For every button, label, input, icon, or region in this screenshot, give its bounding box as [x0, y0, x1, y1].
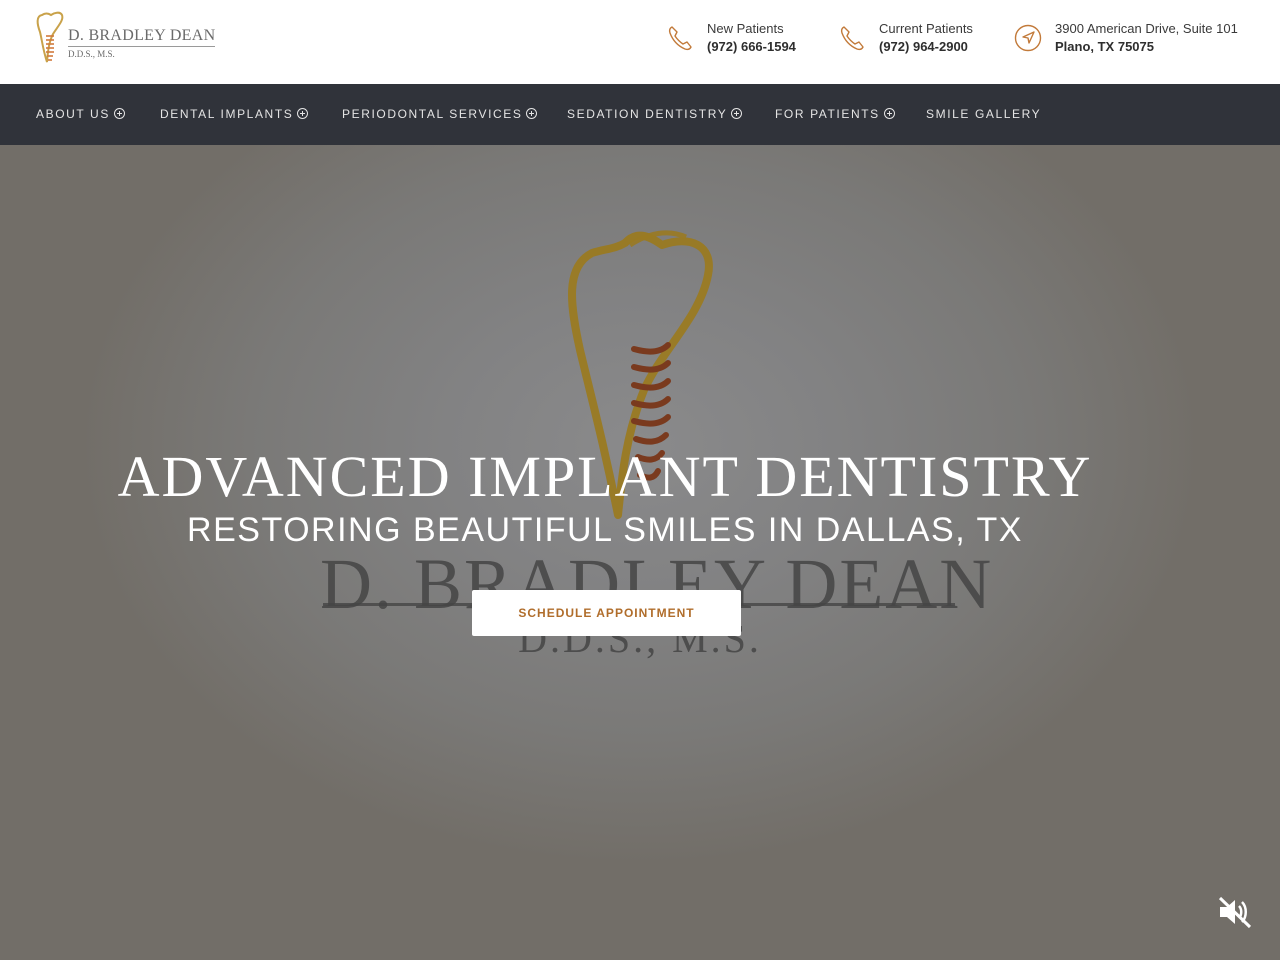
address-line-2: Plano, TX 75075 — [1055, 39, 1154, 54]
nav-item-label: FOR PATIENTS — [775, 107, 880, 121]
expand-plus-icon[interactable] — [113, 108, 125, 119]
phone-icon — [840, 26, 864, 51]
nav-item-for-patients[interactable]: FOR PATIENTS — [775, 84, 895, 145]
nav-item-periodontal-services[interactable]: PERIODONTAL SERVICES — [342, 84, 538, 145]
tooth-implant-logo-icon — [36, 11, 64, 63]
nav-item-label: SEDATION DENTISTRY — [567, 107, 728, 121]
main-navigation: ABOUT US DENTAL IMPLANTS PERIODONTAL SER… — [0, 84, 1280, 145]
logo-name: D. BRADLEY DEAN — [68, 27, 216, 47]
nav-item-label: SMILE GALLERY — [926, 107, 1042, 121]
nav-item-smile-gallery[interactable]: SMILE GALLERY — [926, 84, 1041, 145]
expand-plus-icon[interactable] — [526, 108, 538, 119]
expand-plus-icon[interactable] — [297, 108, 309, 119]
hero-headline: ADVANCED IMPLANT DENTISTRY — [117, 444, 1093, 509]
contact-label: Current Patients — [879, 21, 973, 36]
expand-plus-icon[interactable] — [883, 108, 895, 119]
nav-item-sedation-dentistry[interactable]: SEDATION DENTISTRY — [567, 84, 743, 145]
speaker-muted-icon[interactable] — [1216, 895, 1254, 929]
phone-number[interactable]: (972) 964-2900 — [879, 39, 968, 54]
nav-item-dental-implants[interactable]: DENTAL IMPLANTS — [160, 84, 309, 145]
hero-subheadline: RESTORING BEAUTIFUL SMILES IN DALLAS, TX — [187, 511, 1023, 549]
nav-item-about-us[interactable]: ABOUT US — [36, 84, 125, 145]
site-logo[interactable]: D. BRADLEY DEAN D.D.S., M.S. — [34, 10, 216, 74]
phone-icon — [668, 26, 692, 51]
expand-plus-icon[interactable] — [731, 108, 743, 119]
schedule-appointment-button[interactable]: SCHEDULE APPOINTMENT — [472, 590, 741, 636]
phone-number[interactable]: (972) 666-1594 — [707, 39, 796, 54]
address-line-1: 3900 American Drive, Suite 101 — [1055, 21, 1238, 36]
nav-item-label: DENTAL IMPLANTS — [160, 107, 294, 121]
logo-credentials: D.D.S., M.S. — [68, 49, 115, 59]
hero-banner: D. BRADLEY DEAN D.D.S., M.S. ADVANCED IM… — [0, 145, 1280, 960]
location-arrow-icon — [1014, 24, 1042, 52]
contact-label: New Patients — [707, 21, 784, 36]
site-header: D. BRADLEY DEAN D.D.S., M.S. New Patient… — [0, 0, 1280, 84]
nav-item-label: PERIODONTAL SERVICES — [342, 107, 523, 121]
nav-item-label: ABOUT US — [36, 107, 110, 121]
